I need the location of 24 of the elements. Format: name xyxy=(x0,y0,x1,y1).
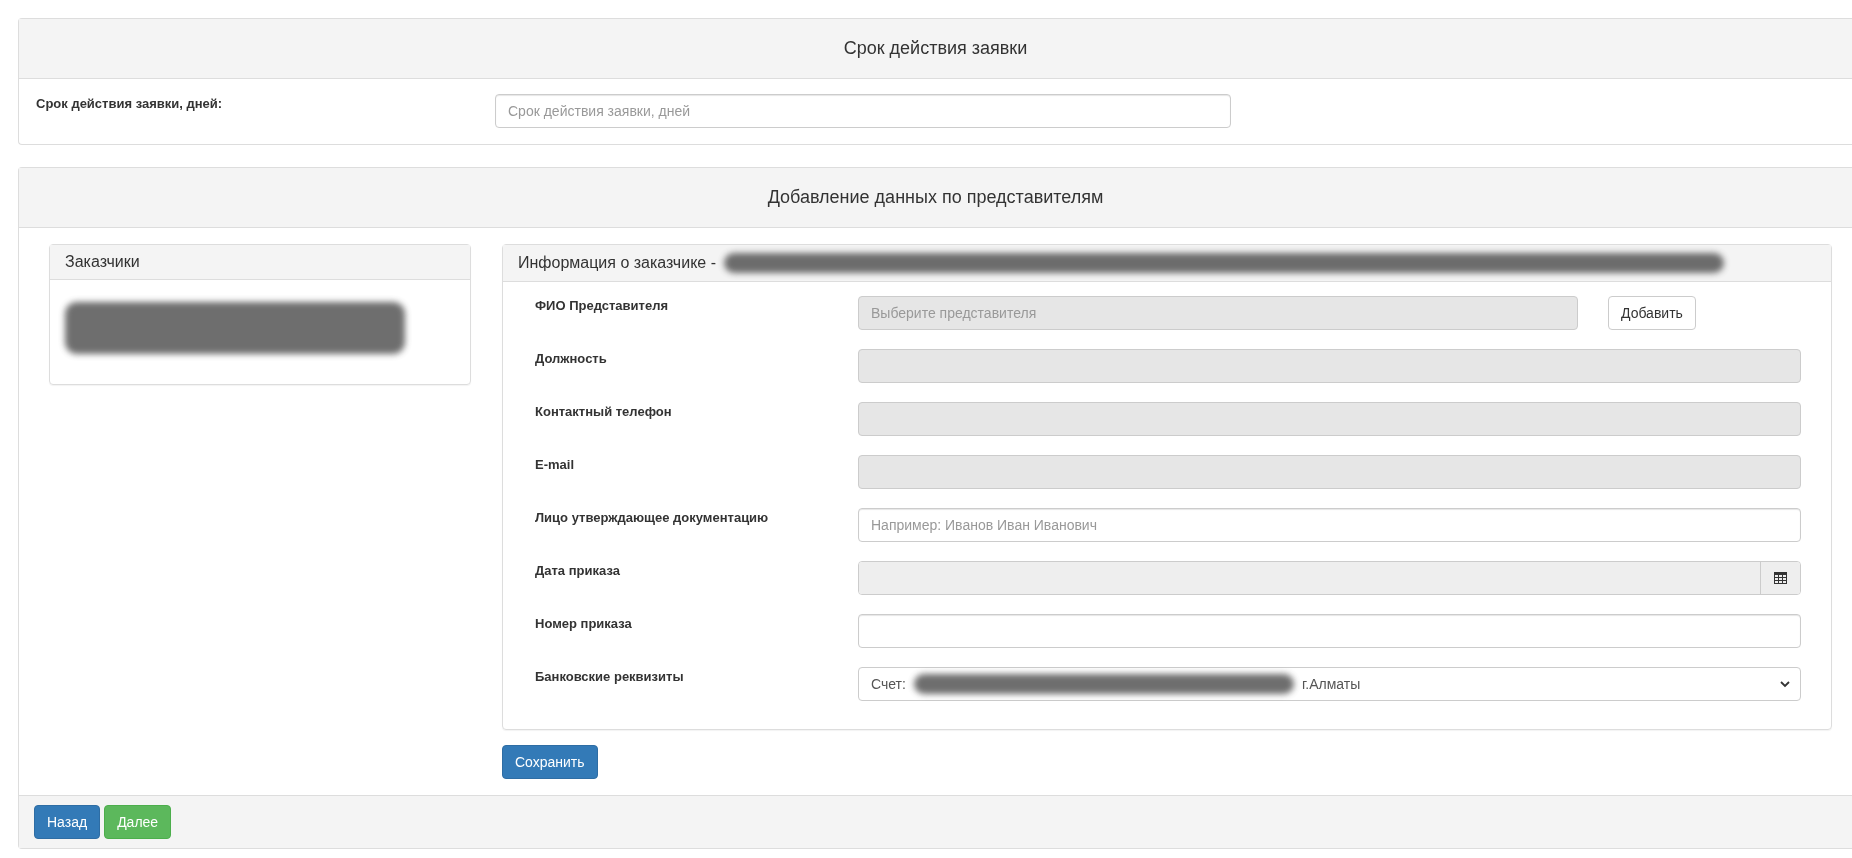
panel-title: Срок действия заявки xyxy=(19,19,1852,79)
input-field[interactable]: Срок действия заявки, дней xyxy=(495,94,1231,128)
input-field[interactable]: Например: Иванов Иван Иванович xyxy=(858,508,1801,542)
bank-details-select[interactable]: Счет: г.Алматы xyxy=(858,667,1801,701)
input-field[interactable] xyxy=(858,614,1801,648)
field-label: Должность xyxy=(535,350,608,366)
field-label: Номер приказа xyxy=(535,615,633,631)
field-label: Дата приказа xyxy=(535,562,621,578)
field-label: Срок действия заявки, дней: xyxy=(36,95,224,113)
back-button[interactable]: Назад xyxy=(34,805,101,839)
panel-heading: Информация о заказчике - xyxy=(518,254,716,272)
select-value: г.Алматы xyxy=(1301,676,1361,692)
chevron-down-icon xyxy=(1780,680,1790,688)
calendar-icon xyxy=(1774,572,1787,584)
field-label: Банковские реквизиты xyxy=(535,668,685,684)
save-button[interactable]: Сохранить xyxy=(502,745,598,779)
next-button[interactable]: Далее xyxy=(104,805,172,839)
field-label: Лицо утверждающее документацию xyxy=(535,509,770,525)
field-label: Контактный телефон xyxy=(535,403,673,419)
panel-title: Добавление данных по представителям xyxy=(19,168,1852,228)
panel-heading: Заказчики xyxy=(65,253,140,271)
field-label: ФИО Представителя xyxy=(535,297,669,313)
field-label: E-mail xyxy=(535,456,575,472)
select-value: Счет: xyxy=(871,676,906,692)
